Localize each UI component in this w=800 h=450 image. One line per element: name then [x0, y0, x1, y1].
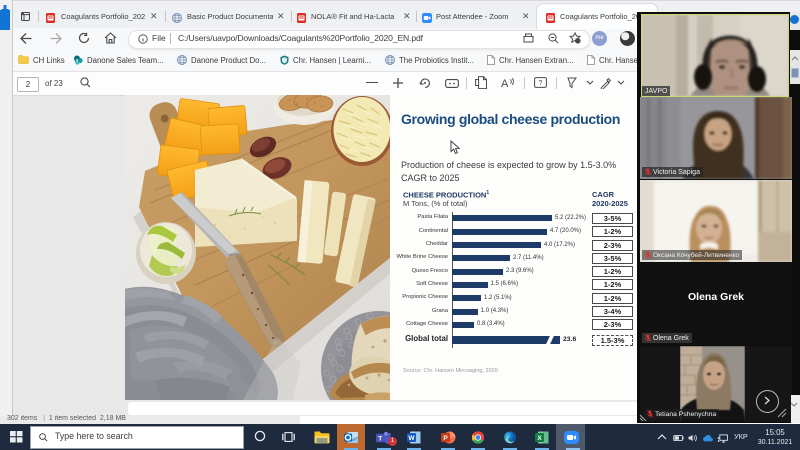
- svg-text:W: W: [408, 435, 415, 442]
- svg-text:T: T: [378, 435, 382, 442]
- svg-text:X: X: [537, 435, 542, 442]
- svg-text:P: P: [443, 435, 448, 442]
